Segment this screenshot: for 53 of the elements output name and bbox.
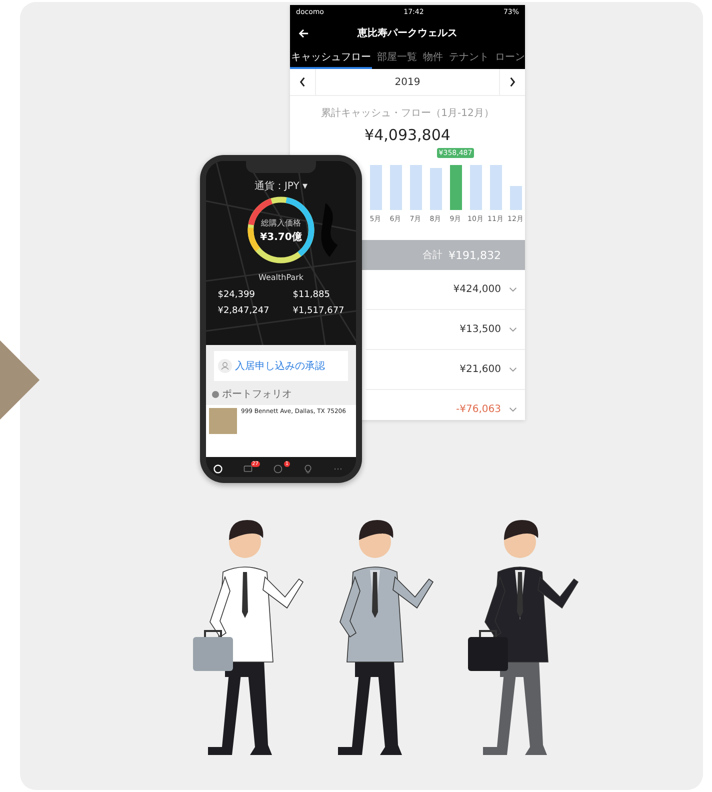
section-label: ポートフォリオ xyxy=(222,388,292,401)
chart-bar[interactable] xyxy=(370,165,382,210)
row-amount: ¥13,500 xyxy=(460,324,501,335)
chat-icon xyxy=(242,464,252,474)
ring-label: 総購入価格 xyxy=(261,218,301,229)
cashflow-row[interactable]: ¥13,500 xyxy=(366,310,525,350)
person-icon xyxy=(218,359,232,373)
chart-bar[interactable] xyxy=(510,186,522,210)
photo-placeholder xyxy=(209,408,237,434)
tab[interactable]: 部屋一覧 xyxy=(376,47,418,69)
row-amount: ¥21,600 xyxy=(460,364,501,375)
previous-button[interactable] xyxy=(290,69,316,95)
brand-label: WealthPark xyxy=(258,273,304,282)
chevron-left-icon xyxy=(299,77,306,87)
clock-icon xyxy=(272,464,282,474)
chevron-down-icon xyxy=(509,287,517,292)
tab[interactable]: 物件 xyxy=(422,47,444,69)
back-arrow-icon[interactable] xyxy=(298,28,309,38)
subtotal-label: 合計 xyxy=(422,248,442,262)
tab[interactable]: ローン xyxy=(494,47,525,69)
ring-value: ¥3.70億 xyxy=(260,230,302,244)
notice-card[interactable]: 入居申し込みの承認 xyxy=(214,351,348,381)
jpy-amount: ¥2,847,247 xyxy=(218,306,270,316)
chart-bar[interactable] xyxy=(470,165,482,210)
notice-title: 入居申し込みの承認 xyxy=(235,360,325,373)
chart-bar[interactable] xyxy=(490,165,502,210)
screen-title: 恵比寿パークウェルス xyxy=(358,26,458,40)
total-amount: ¥4,093,804 xyxy=(364,126,452,144)
row-amount: ¥424,000 xyxy=(453,284,501,295)
usd-amount: $24,399 xyxy=(218,290,256,300)
portfolio-icon xyxy=(212,390,219,398)
chart-bar[interactable] xyxy=(410,165,422,210)
subtotal-amount: ¥191,832 xyxy=(448,248,501,262)
cashflow-row[interactable]: -¥76,063 xyxy=(366,390,525,420)
chevron-right-icon xyxy=(509,77,516,87)
chevron-down-icon xyxy=(509,367,517,372)
chevron-down-icon xyxy=(509,407,517,412)
ring-chart-drawing xyxy=(246,195,316,265)
summary-label: 累計キャッシュ・フロー（1月-12月） xyxy=(320,106,495,120)
bulb-icon xyxy=(302,464,312,474)
row-amount: -¥76,063 xyxy=(456,404,501,415)
next-button[interactable] xyxy=(499,69,525,95)
chart-bar[interactable] xyxy=(430,168,442,210)
year-label: 2019 xyxy=(394,76,422,88)
usd-amount: $11,885 xyxy=(292,290,331,300)
jpy-amount: ¥1,517,677 xyxy=(292,306,344,316)
tab[interactable]: テナント xyxy=(448,47,490,69)
chevron-down-icon xyxy=(509,327,517,332)
cashflow-row[interactable]: ¥424,000 xyxy=(366,270,525,310)
chart-bar[interactable] xyxy=(390,165,402,210)
chart-bar[interactable] xyxy=(450,165,462,210)
cashflow-row[interactable]: ¥21,600 xyxy=(366,350,525,390)
currency-selector[interactable]: 通貨：JPY ▾ xyxy=(254,179,308,193)
